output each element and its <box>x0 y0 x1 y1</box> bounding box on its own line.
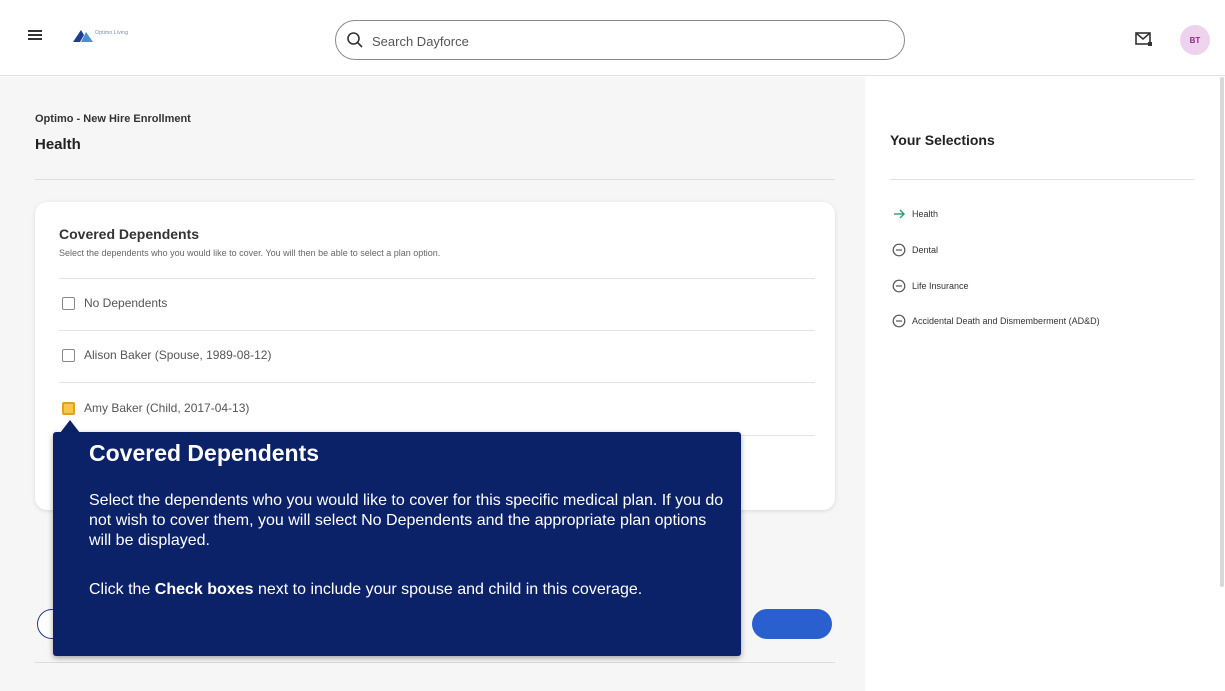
selections-panel: Your Selections Health Dental Life Insur… <box>865 77 1225 691</box>
divider <box>35 179 835 180</box>
breadcrumb: Optimo - New Hire Enrollment <box>35 113 191 125</box>
dependent-label: No Dependents <box>84 296 168 310</box>
tooltip-body: Select the dependents who you would like… <box>89 492 724 549</box>
dependent-label: Amy Baker (Child, 2017-04-13) <box>84 401 250 415</box>
selections-title: Your Selections <box>890 132 995 148</box>
dependent-option-spouse[interactable]: Alison Baker (Spouse, 1989-08-12) <box>62 345 271 365</box>
tooltip-instruction: Click the Check boxes next to include yo… <box>89 580 729 600</box>
tooltip-instruction-pre: Click the <box>89 581 155 598</box>
checkbox[interactable] <box>62 296 75 310</box>
search-input[interactable] <box>372 30 872 52</box>
mail-icon[interactable] <box>1135 31 1153 47</box>
card-subtitle: Select the dependents who you would like… <box>59 248 441 258</box>
checkbox[interactable] <box>62 348 75 362</box>
divider <box>59 278 815 279</box>
guidance-tooltip: Covered Dependents Select the dependents… <box>53 432 741 656</box>
avatar[interactable]: BT <box>1180 25 1210 55</box>
tooltip-instruction-bold: Check boxes <box>154 581 254 598</box>
minus-circle-icon <box>892 279 906 293</box>
selection-item-label: Dental <box>912 245 939 255</box>
selection-item-label: Accidental Death and Dismemberment (AD&D… <box>912 316 1100 326</box>
search-icon <box>347 32 363 48</box>
selection-item-life-insurance[interactable]: Life Insurance <box>892 279 969 293</box>
tooltip-title: Covered Dependents <box>89 440 320 466</box>
company-logo[interactable]: Optimo Living <box>73 28 153 48</box>
next-button[interactable] <box>752 609 832 639</box>
menu-icon[interactable] <box>28 30 42 41</box>
logo-text: Optimo Living <box>95 30 129 36</box>
dependent-label: Alison Baker (Spouse, 1989-08-12) <box>84 348 272 362</box>
minus-circle-icon <box>892 243 906 257</box>
divider <box>59 382 815 383</box>
selection-item-dental[interactable]: Dental <box>892 243 938 257</box>
divider <box>890 179 1195 180</box>
arrow-right-icon <box>894 209 905 219</box>
minus-circle-icon <box>892 314 906 328</box>
search-bar[interactable] <box>335 20 905 60</box>
tooltip-instruction-post: next to include your spouse and child in… <box>253 581 643 598</box>
selection-item-label: Health <box>912 209 939 219</box>
dependent-option-child[interactable]: Amy Baker (Child, 2017-04-13) <box>62 398 249 418</box>
divider <box>35 662 835 663</box>
divider <box>59 330 815 331</box>
page-title: Health <box>35 136 81 153</box>
checkbox[interactable] <box>62 401 75 415</box>
selection-item-health[interactable]: Health <box>892 207 938 221</box>
dependent-option-none[interactable]: No Dependents <box>62 293 167 313</box>
top-bar: Optimo Living BT <box>0 0 1225 76</box>
scrollbar[interactable] <box>1220 77 1224 587</box>
selection-item-add[interactable]: Accidental Death and Dismemberment (AD&D… <box>892 314 1100 328</box>
selection-item-label: Life Insurance <box>912 281 969 291</box>
card-title: Covered Dependents <box>59 226 200 242</box>
logo-icon <box>73 30 93 42</box>
